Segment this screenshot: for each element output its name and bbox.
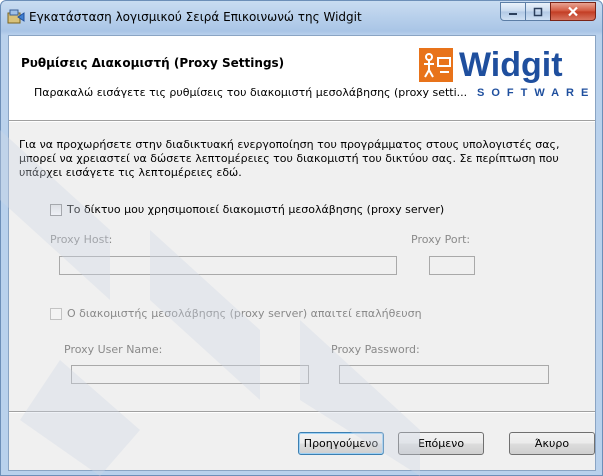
footer-separator (9, 411, 595, 413)
intro-line: μπορεί να χρειαστεί να δώσετε λεπτομέρει… (19, 152, 559, 165)
header-banner: Ρυθμίσεις Διακομιστή (Proxy Settings) Πα… (9, 36, 595, 120)
cancel-button[interactable]: Άκυρο (509, 432, 595, 455)
intro-text: Για να προχωρήσετε στην διαδικτυακή ενερ… (19, 138, 589, 180)
minimize-icon (509, 12, 517, 15)
close-button[interactable] (550, 2, 596, 21)
minimize-button[interactable] (500, 2, 526, 21)
use-proxy-checkbox-row[interactable]: Το δίκτυο μου χρησιμοποιεί διακομιστή με… (50, 203, 444, 216)
proxy-user-label: Proxy User Name: (64, 343, 163, 356)
proxy-host-label: Proxy Host: (50, 233, 113, 246)
maximize-button[interactable] (525, 2, 551, 21)
close-icon (568, 6, 578, 17)
maximize-icon (533, 7, 543, 16)
dialog-client-area: Ρυθμίσεις Διακομιστή (Proxy Settings) Πα… (8, 35, 596, 471)
proxy-port-label: Proxy Port: (411, 233, 471, 246)
logo-brand: Widgit (459, 46, 563, 84)
proxy-user-input (71, 365, 309, 384)
intro-line: υπάρχει εισάγετε τις λεπτομέρειες εδώ. (19, 166, 242, 179)
banner-separator (9, 120, 595, 122)
banner-title: Ρυθμίσεις Διακομιστή (Proxy Settings) (21, 56, 285, 70)
back-button[interactable]: Προηγούμενο (298, 432, 384, 455)
use-proxy-checkbox[interactable] (50, 203, 62, 216)
next-button[interactable]: Επόμενο (398, 432, 484, 455)
proxy-auth-checkbox (50, 307, 62, 320)
proxy-password-label: Proxy Password: (331, 343, 420, 356)
installer-icon (7, 9, 25, 25)
banner-description: Παρακαλώ εισάγετε τις ρυθμίσεις του διακ… (34, 86, 468, 99)
use-proxy-label[interactable]: Το δίκτυο μου χρησιμοποιεί διακομιστή με… (67, 203, 444, 216)
logo-tagline: SOFTWARE (477, 87, 595, 99)
proxy-auth-label: Ο διακομιστής μεσολάβησης (proxy server)… (67, 307, 422, 320)
window-title: Εγκατάσταση λογισμικού Σειρά Επικοινωνώ … (29, 10, 362, 24)
proxy-port-input (429, 256, 475, 275)
intro-line: Για να προχωρήσετε στην διαδικτυακή ενερ… (19, 138, 560, 151)
proxy-password-input (339, 365, 549, 384)
widgit-logo: Widgit SOFTWARE (419, 42, 595, 102)
proxy-host-input (59, 256, 397, 275)
title-bar[interactable]: Εγκατάσταση λογισμικού Σειρά Επικοινωνώ … (1, 1, 602, 35)
installer-window: Εγκατάσταση λογισμικού Σειρά Επικοινωνώ … (0, 0, 603, 476)
proxy-auth-checkbox-row: Ο διακομιστής μεσολάβησης (proxy server)… (50, 307, 422, 320)
